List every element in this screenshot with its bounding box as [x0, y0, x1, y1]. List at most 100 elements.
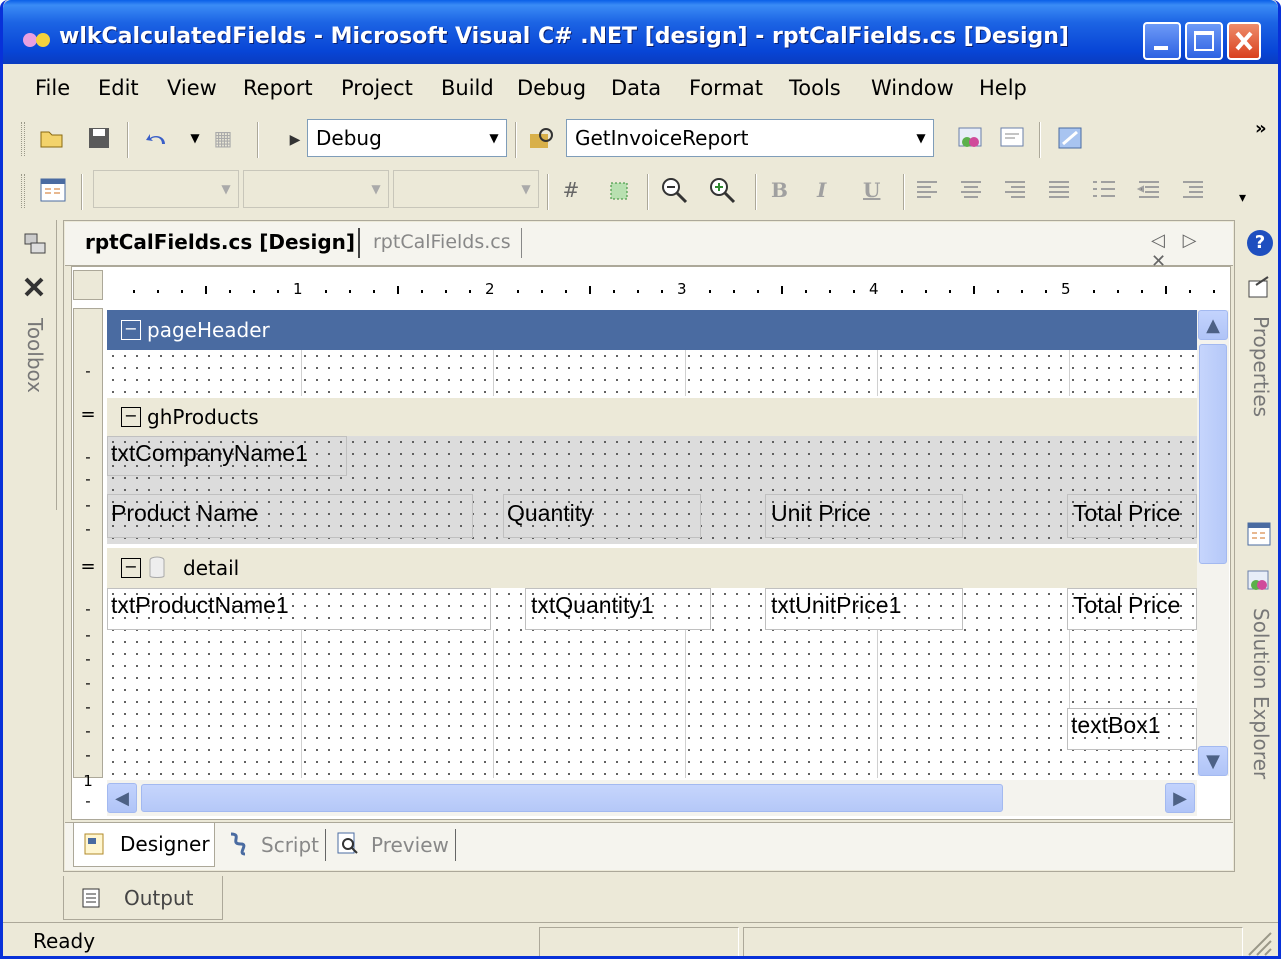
italic-button[interactable]: I [817, 178, 826, 202]
toolbar-separator [755, 174, 757, 210]
solution-explorer-icon[interactable] [955, 122, 987, 154]
field-total-price[interactable]: Total Price [1073, 592, 1197, 619]
band-handle[interactable]: = [73, 404, 103, 434]
top-ruler: 1 2 3 4 5 [107, 276, 1227, 304]
scroll-left-icon[interactable]: ◀ [107, 783, 137, 813]
menu-window[interactable]: Window [871, 76, 954, 100]
script-icon [230, 832, 246, 856]
toolbar-grip[interactable] [21, 174, 25, 208]
left-ruler-tick: - [85, 600, 91, 618]
properties-tab[interactable]: Properties [1249, 316, 1273, 417]
title-bar[interactable]: wlkCalculatedFields - Microsoft Visual C… [3, 0, 1278, 64]
menu-build[interactable]: Build [441, 76, 494, 100]
toolbox-tab[interactable]: Toolbox [23, 318, 47, 393]
band-handle[interactable]: = [73, 556, 103, 586]
label-unit-price[interactable]: Unit Price [771, 500, 871, 527]
field-quantity[interactable]: txtQuantity1 [531, 592, 654, 619]
open-folder-icon[interactable] [37, 122, 69, 154]
label-quantity[interactable]: Quantity [507, 500, 593, 527]
status-panel [743, 927, 1243, 956]
find-combo[interactable]: GetInvoiceReport ▼ [566, 119, 934, 157]
underline-button[interactable]: U [863, 178, 880, 202]
tab-code[interactable]: rptCalFields.cs [373, 231, 511, 253]
report-explorer-icon[interactable] [37, 174, 69, 206]
database-icon [149, 556, 165, 578]
band-ghproducts[interactable]: − ghProducts [107, 398, 1197, 436]
properties-icon[interactable] [1243, 272, 1275, 304]
toolbar-overflow-icon[interactable]: ▾ [1239, 190, 1246, 206]
zoom-in-icon[interactable] [707, 174, 739, 206]
tab-designer[interactable]: Designer [73, 823, 215, 867]
maximize-button[interactable] [1185, 22, 1223, 60]
toolbox-icon[interactable] [19, 272, 51, 304]
scroll-up-icon[interactable]: ▲ [1198, 310, 1228, 340]
status-panel [539, 927, 739, 956]
menu-view[interactable]: View [167, 76, 217, 100]
bold-button[interactable]: B [771, 178, 788, 202]
menu-project[interactable]: Project [341, 76, 413, 100]
field-company-name[interactable]: txtCompanyName1 [111, 440, 308, 467]
tab-script[interactable]: Script [261, 833, 319, 857]
report-explorer-tab-icon[interactable] [1243, 518, 1275, 550]
band-pageheader[interactable]: − pageHeader [107, 310, 1197, 350]
resize-grip-icon[interactable] [1245, 929, 1273, 957]
solution-config-combo[interactable]: Debug ▼ [307, 119, 507, 157]
toolbar-grip[interactable] [21, 122, 25, 156]
left-ruler-tick: - [85, 674, 91, 692]
toolbar-separator [257, 122, 259, 158]
toolbar-overflow-icon[interactable]: » [1255, 118, 1267, 139]
left-ruler-tick: - [85, 362, 91, 380]
close-button[interactable] [1227, 22, 1261, 60]
menu-debug[interactable]: Debug [517, 76, 586, 100]
field-product-name[interactable]: txtProductName1 [111, 592, 289, 619]
field-unit-price[interactable]: txtUnitPrice1 [771, 592, 901, 619]
scroll-down-icon[interactable]: ▼ [1198, 746, 1228, 776]
menu-format[interactable]: Format [689, 76, 763, 100]
collapse-icon[interactable]: − [121, 320, 141, 340]
horizontal-scroll-thumb[interactable] [141, 784, 1003, 812]
horizontal-scrollbar[interactable]: ◀ ▶ [107, 780, 1197, 816]
help-icon[interactable]: ? [1247, 230, 1273, 256]
collapse-icon[interactable]: − [121, 407, 141, 427]
server-explorer-icon[interactable] [19, 228, 51, 260]
chevron-down-icon[interactable]: ▼ [482, 120, 506, 156]
find-in-files-icon[interactable] [527, 122, 559, 154]
toolbox-window-icon[interactable] [1055, 122, 1087, 154]
menu-help[interactable]: Help [979, 76, 1027, 100]
toolbar-separator [547, 174, 549, 210]
snap-to-grid-icon[interactable] [603, 174, 635, 206]
label-total-price[interactable]: Total Price [1073, 500, 1197, 527]
chevron-down-icon: ▼ [221, 182, 231, 196]
pageheader-section[interactable] [107, 350, 1197, 396]
menu-edit[interactable]: Edit [98, 76, 139, 100]
menu-tools[interactable]: Tools [789, 76, 841, 100]
collapse-icon[interactable]: − [121, 558, 141, 578]
menu-file[interactable]: File [35, 76, 70, 100]
solution-explorer-tab-icon[interactable] [1243, 566, 1275, 598]
menu-data[interactable]: Data [611, 76, 661, 100]
vertical-scroll-thumb[interactable] [1199, 344, 1227, 564]
output-tab-label: Output [124, 886, 194, 910]
minimize-button[interactable] [1143, 22, 1181, 60]
vertical-scrollbar[interactable]: ▲ ▼ [1197, 310, 1229, 776]
band-detail[interactable]: − detail [107, 548, 1197, 588]
close-icon [1235, 31, 1253, 51]
grid-icon[interactable]: # [555, 174, 587, 206]
properties-window-icon[interactable] [997, 122, 1029, 154]
chevron-down-icon: ▼ [371, 182, 381, 196]
label-product-name[interactable]: Product Name [111, 500, 258, 527]
save-icon[interactable] [83, 122, 115, 154]
designer-view-tabs: Designer Script Preview [65, 822, 1233, 870]
field-textbox1[interactable]: textBox1 [1071, 712, 1161, 739]
menu-report[interactable]: Report [243, 76, 313, 100]
output-tab[interactable]: Output [63, 876, 223, 920]
undo-icon[interactable] [141, 122, 173, 154]
tab-design[interactable]: rptCalFields.cs [Design] [85, 230, 355, 254]
redo-icon: ▦ [213, 126, 233, 150]
chevron-down-icon[interactable]: ▼ [909, 120, 933, 156]
zoom-out-icon[interactable] [659, 174, 691, 206]
scroll-right-icon[interactable]: ▶ [1165, 783, 1195, 813]
tab-preview[interactable]: Preview [371, 833, 449, 857]
ruler-label: 1 [293, 280, 303, 298]
solution-explorer-tab[interactable]: Solution Explorer [1249, 608, 1273, 779]
